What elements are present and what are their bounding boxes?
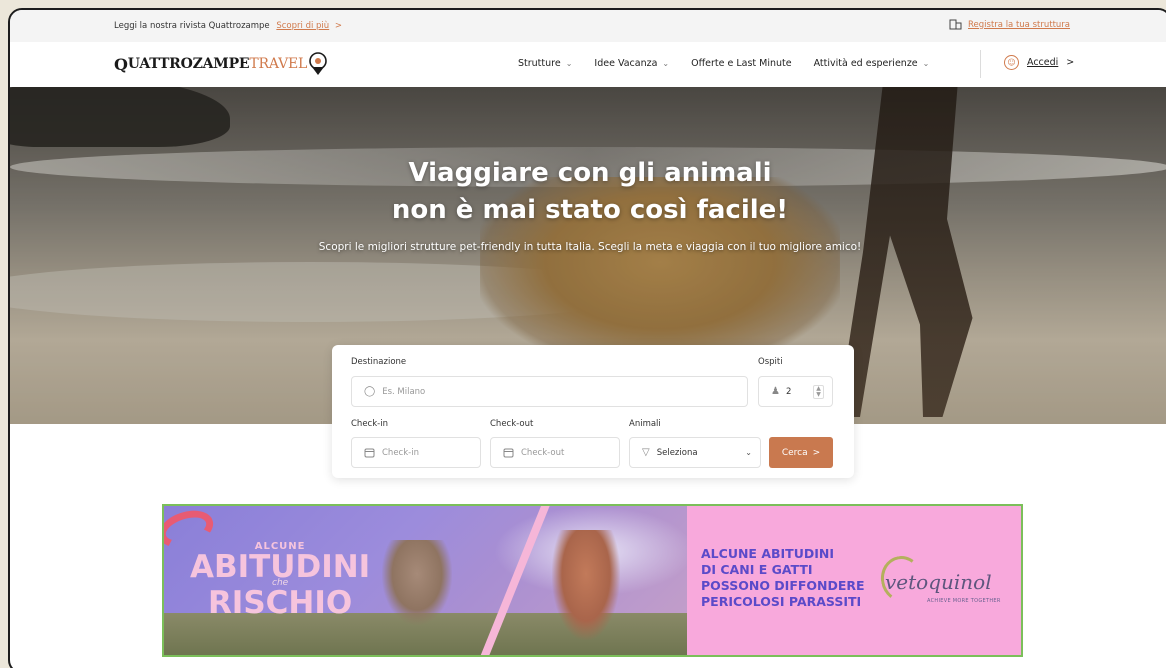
destination-label: Destinazione bbox=[351, 357, 407, 367]
nav-item-strutture[interactable]: Strutture ⌄ bbox=[518, 58, 572, 69]
promo-text: Leggi la nostra rivista Quattrozampe bbox=[114, 21, 270, 31]
hero-subtitle: Scopri le migliori strutture pet-friendl… bbox=[318, 241, 862, 253]
nav-divider bbox=[980, 50, 981, 78]
brand-tagline: ACHIEVE MORE TOGETHER bbox=[927, 598, 1001, 604]
ad-banner[interactable]: ALCUNE ABITUDINI che RISCHIO ALCUNE ABIT… bbox=[162, 504, 1023, 657]
destination-input[interactable]: ◯ Es. Milano bbox=[351, 376, 748, 407]
guests-spinner[interactable]: ▲ ▼ bbox=[813, 384, 824, 399]
logo-travel: TRAVEL bbox=[249, 56, 308, 72]
nav-item-attivita[interactable]: Attività ed esperienze ⌄ bbox=[814, 58, 930, 69]
register-property[interactable]: Registra la tua struttura bbox=[949, 19, 1070, 30]
checkin-label: Check-in bbox=[351, 419, 388, 429]
banner-message-line: DI CANI E GATTI bbox=[701, 562, 813, 577]
hero-title: Viaggiare con gli animali non è mai stat… bbox=[10, 155, 1166, 229]
banner-message-line: POSSONO DIFFONDERE bbox=[701, 578, 865, 593]
animals-label: Animali bbox=[629, 419, 661, 429]
main-navigation: Q UATTROZAMPE TRAVEL Strutture ⌄ Idee Va… bbox=[10, 42, 1166, 87]
search-button-label: Cerca bbox=[781, 447, 808, 458]
chevron-down-icon: ⌄ bbox=[565, 59, 573, 68]
checkout-label: Check-out bbox=[490, 419, 534, 429]
guests-label: Ospiti bbox=[758, 357, 783, 367]
banner-message: ALCUNE ABITUDINI DI CANI E GATTI POSSONO… bbox=[701, 546, 865, 610]
logo-initial: Q bbox=[114, 54, 128, 74]
animals-value: Seleziona bbox=[656, 447, 698, 458]
discover-more-link[interactable]: Scopri di più bbox=[276, 21, 329, 31]
checkout-placeholder: Check-out bbox=[521, 447, 565, 458]
vetoquinol-logo: vetoquinol ACHIEVE MORE TOGETHER bbox=[877, 552, 1007, 616]
banner-cat-image bbox=[382, 540, 452, 625]
banner-headline: ALCUNE ABITUDINI che RISCHIO bbox=[190, 542, 370, 619]
register-property-link[interactable]: Registra la tua struttura bbox=[968, 20, 1070, 30]
chevron-right-icon: > bbox=[1066, 57, 1075, 68]
banner-headline-line4: RISCHIO bbox=[207, 585, 353, 621]
checkout-input[interactable]: Check-out bbox=[490, 437, 620, 468]
user-icon: ☺ bbox=[1004, 55, 1019, 70]
banner-message-line: PERICOLOSI PARASSITI bbox=[701, 594, 862, 609]
login-button[interactable]: ☺ Accedi > bbox=[1004, 55, 1074, 70]
nav-item-idee-vacanza[interactable]: Idee Vacanza ⌄ bbox=[594, 58, 669, 69]
chevron-down-icon: ⌄ bbox=[662, 59, 670, 68]
banner-image-panel: ALCUNE ABITUDINI che RISCHIO bbox=[164, 506, 694, 655]
guests-stepper[interactable]: ♟ 2 ▲ ▼ bbox=[758, 376, 833, 407]
magazine-promo: Leggi la nostra rivista Quattrozampe Sco… bbox=[114, 21, 342, 31]
nav-item-label: Strutture bbox=[518, 58, 561, 69]
nav-item-label: Offerte e Last Minute bbox=[691, 58, 792, 69]
site-logo[interactable]: Q UATTROZAMPE TRAVEL bbox=[114, 52, 329, 76]
people-icon: ♟ bbox=[771, 386, 780, 397]
banner-message-line: ALCUNE ABITUDINI bbox=[701, 546, 834, 561]
browser-frame: Leggi la nostra rivista Quattrozampe Sco… bbox=[8, 8, 1166, 668]
checkin-placeholder: Check-in bbox=[382, 447, 419, 458]
banner-dog-image bbox=[552, 530, 620, 640]
chevron-down-icon: ⌄ bbox=[922, 59, 930, 68]
banner-text-panel: ALCUNE ABITUDINI DI CANI E GATTI POSSONO… bbox=[687, 506, 1021, 655]
nav-item-label: Idee Vacanza bbox=[594, 58, 658, 69]
search-button[interactable]: Cerca > bbox=[769, 437, 833, 468]
guests-value-group: ♟ 2 bbox=[771, 386, 791, 397]
location-icon: ◯ bbox=[364, 386, 376, 397]
map-pin-icon bbox=[309, 52, 327, 75]
building-icon bbox=[949, 19, 962, 30]
nav-item-label: Attività ed esperienze bbox=[813, 58, 918, 69]
animals-select[interactable]: ▽ Seleziona ⌄ bbox=[629, 437, 761, 468]
brand-name: vetoquinol bbox=[885, 570, 992, 594]
login-label: Accedi bbox=[1027, 57, 1059, 68]
hero-title-line2: non è mai stato così facile! bbox=[391, 195, 789, 225]
hero-title-line1: Viaggiare con gli animali bbox=[408, 158, 772, 188]
destination-placeholder: Es. Milano bbox=[382, 386, 426, 397]
nav-menu: Strutture ⌄ Idee Vacanza ⌄ Offerte e Las… bbox=[518, 58, 929, 69]
calendar-icon bbox=[364, 448, 375, 458]
logo-text: UATTROZAMPE bbox=[127, 56, 250, 72]
top-promo-bar: Leggi la nostra rivista Quattrozampe Sco… bbox=[10, 10, 1166, 42]
chevron-right-icon: > bbox=[334, 21, 343, 31]
checkin-input[interactable]: Check-in bbox=[351, 437, 481, 468]
chevron-right-icon: > bbox=[812, 447, 821, 458]
search-form: Destinazione ◯ Es. Milano Ospiti ♟ 2 ▲ ▼ … bbox=[332, 345, 854, 478]
nav-item-offerte[interactable]: Offerte e Last Minute bbox=[691, 58, 791, 69]
chevron-down-icon: ⌄ bbox=[745, 448, 752, 457]
guests-value: 2 bbox=[785, 386, 792, 397]
paw-icon: ▽ bbox=[642, 447, 650, 458]
calendar-icon bbox=[503, 448, 514, 458]
